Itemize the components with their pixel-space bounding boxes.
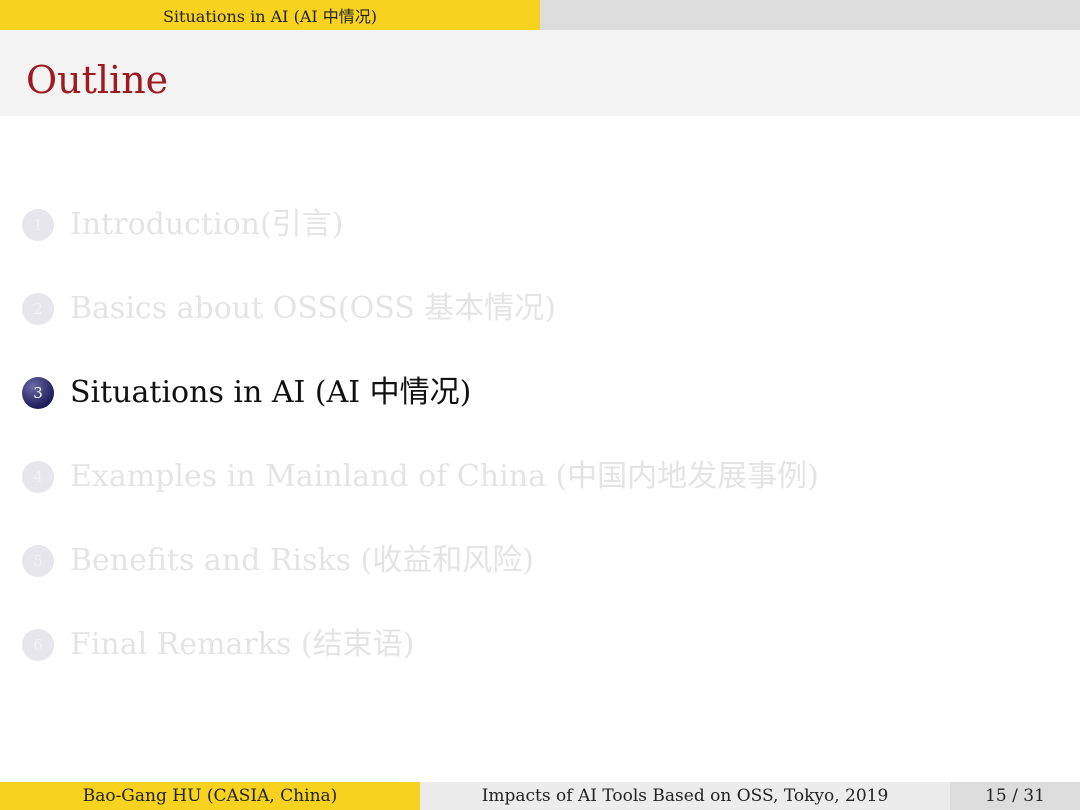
- footer-author-label: Bao-Gang HU (CASIA, China): [82, 786, 338, 806]
- footer-bar: Bao-Gang HU (CASIA, China) Impacts of AI…: [0, 782, 1080, 810]
- page-number-label: 15 / 31: [985, 786, 1045, 806]
- section-number-bullet: 1: [22, 209, 54, 241]
- top-navigation-bar: Situations in AI (AI 中情况): [0, 0, 1080, 30]
- outline-item-label: Introduction(引言): [70, 207, 344, 242]
- footer-talk-title: Impacts of AI Tools Based on OSS, Tokyo,…: [420, 782, 950, 810]
- footer-talk-title-label: Impacts of AI Tools Based on OSS, Tokyo,…: [481, 786, 889, 806]
- section-header[interactable]: Situations in AI (AI 中情况): [0, 0, 540, 30]
- outline-item-label: Basics about OSS(OSS 基本情况): [70, 291, 557, 326]
- top-bar-filler: [540, 0, 1080, 30]
- outline-item-label: Benefits and Risks (收益和风险): [70, 543, 534, 578]
- page-number: 15 / 31: [950, 782, 1080, 810]
- section-number-bullet: 4: [22, 461, 54, 493]
- outline-item-benefits-risks[interactable]: 5 Benefits and Risks (收益和风险): [22, 536, 1062, 620]
- section-number-bullet: 2: [22, 293, 54, 325]
- outline-item-label: Examples in Mainland of China (中国内地发展事例): [70, 459, 819, 494]
- section-number-bullet: 3: [22, 377, 54, 409]
- outline-list: 1 Introduction(引言) 2 Basics about OSS(OS…: [22, 200, 1062, 704]
- outline-item-introduction[interactable]: 1 Introduction(引言): [22, 200, 1062, 284]
- footer-author: Bao-Gang HU (CASIA, China): [0, 782, 420, 810]
- outline-item-label: Final Remarks (结束语): [70, 627, 415, 662]
- outline-item-basics-oss[interactable]: 2 Basics about OSS(OSS 基本情况): [22, 284, 1062, 368]
- outline-item-situations-ai[interactable]: 3 Situations in AI (AI 中情况): [22, 368, 1062, 452]
- outline-item-final-remarks[interactable]: 6 Final Remarks (结束语): [22, 620, 1062, 704]
- title-bar: Outline: [0, 30, 1080, 116]
- outline-item-examples-china[interactable]: 4 Examples in Mainland of China (中国内地发展事…: [22, 452, 1062, 536]
- section-header-label: Situations in AI (AI 中情况): [162, 7, 378, 26]
- section-number-bullet: 5: [22, 545, 54, 577]
- section-number-bullet: 6: [22, 629, 54, 661]
- outline-item-label: Situations in AI (AI 中情况): [70, 375, 472, 410]
- slide-title: Outline: [26, 58, 169, 102]
